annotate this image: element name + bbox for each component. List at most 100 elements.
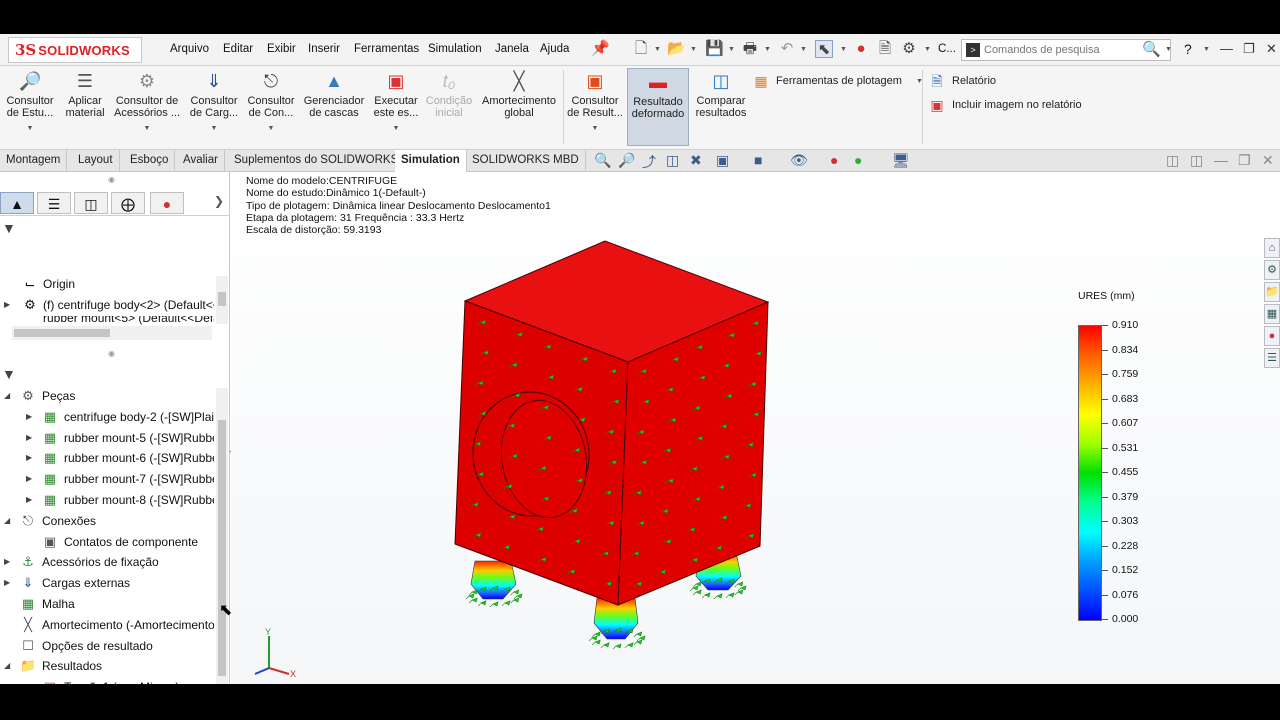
tab-solidworks-mbd[interactable]: SOLIDWORKS MBD	[466, 150, 586, 172]
close-icon[interactable]: ✕	[1266, 41, 1277, 57]
expand-arrow-icon[interactable]: ▶	[26, 469, 36, 489]
edit-appearance-icon[interactable]: ●	[830, 152, 838, 168]
chevron-down-icon[interactable]: ▼	[370, 123, 422, 135]
connections-advisor-button[interactable]: ⎋ Consultor de Con... ▼	[244, 70, 298, 135]
view-orientation-icon[interactable]: ▣	[716, 152, 729, 169]
file-properties-icon[interactable]: 🗎	[876, 40, 894, 58]
search-input[interactable]	[984, 42, 1134, 58]
sim-tree-item[interactable]: ▶ ⇓ Cargas externas	[0, 573, 214, 593]
graphics-area[interactable]: Nome do modelo:CENTRIFUGE Nome do estudo…	[231, 172, 1280, 684]
study-advisor-button[interactable]: 🔎 Consultor de Estu... ▼	[2, 70, 58, 135]
view-settings-icon[interactable]: 🖥	[892, 152, 910, 169]
configuration-manager-tab[interactable]: ◫	[74, 192, 108, 214]
chevron-down-icon[interactable]: ▼	[2, 123, 58, 135]
tab-montagem[interactable]: Montagem	[0, 150, 68, 172]
menu-simulation[interactable]: Simulation	[428, 43, 482, 55]
chevron-down-icon[interactable]: ▼	[1203, 46, 1210, 53]
chevron-down-icon[interactable]: ▼	[690, 46, 697, 53]
loads-advisor-button[interactable]: ⇓ Consultor de Carg... ▼	[186, 70, 242, 135]
shell-manager-button[interactable]: ▲ Gerenciador de cascas	[302, 70, 366, 119]
chevron-down-icon[interactable]: ▼	[728, 46, 735, 53]
chevron-down-icon[interactable]: ▼	[654, 46, 661, 53]
select-cursor-icon[interactable]: ⬉	[815, 40, 833, 58]
deformed-result-button[interactable]: ▬ Resultado deformado	[627, 68, 689, 146]
menu-editar[interactable]: Editar	[223, 43, 253, 55]
scroll-thumb[interactable]	[218, 420, 226, 676]
sim-tree-scrollbar[interactable]	[216, 388, 228, 684]
expand-arrow-icon[interactable]: ▶	[26, 428, 36, 448]
sim-tree-item[interactable]: ▶ ▦ rubber mount-8 (-[SW]Rubber	[0, 490, 214, 510]
plot-tools-dropdown[interactable]: ▦ Ferramentas de plotagem ▼	[752, 72, 923, 90]
property-manager-tab[interactable]: ☰	[37, 192, 71, 214]
tab-suplementos[interactable]: Suplementos do SOLIDWORKS	[228, 150, 406, 172]
menu-janela[interactable]: Janela	[495, 43, 529, 55]
chevron-down-icon[interactable]: ▼	[186, 123, 242, 135]
tab-simulation[interactable]: Simulation	[395, 150, 467, 172]
sim-tree-item[interactable]: ▶ ▦ centrifuge body-2 (-[SW]Plain	[0, 407, 214, 427]
menu-ferramentas[interactable]: Ferramentas	[354, 43, 419, 55]
run-study-button[interactable]: ▣ Executar este es... ▼	[370, 70, 422, 135]
collapse-arrow-icon[interactable]: ◢	[4, 386, 14, 406]
expand-arrow-icon[interactable]: ▶	[4, 295, 14, 315]
global-damping-button[interactable]: ╳ Amortecimento global	[478, 70, 560, 119]
sim-tree-item[interactable]: ▶ ⚓ Acessórios de fixação	[0, 552, 214, 572]
sim-tree-item[interactable]: ▣ Tensão1 (-vonMises-)	[0, 677, 214, 684]
restore-icon[interactable]: ❐	[1243, 41, 1255, 57]
command-label[interactable]: C...	[938, 43, 956, 55]
doc-close-icon[interactable]: ✕	[1262, 152, 1274, 169]
display-style-icon[interactable]: ■	[754, 152, 762, 168]
undo-icon[interactable]: ↶	[778, 40, 796, 58]
filter-icon[interactable]: ▼	[2, 220, 16, 236]
tile-right-icon[interactable]: ◫	[1190, 152, 1203, 169]
horizontal-scrollbar[interactable]	[12, 326, 212, 340]
display-manager-tab[interactable]: ●	[150, 192, 184, 214]
resources-icon[interactable]: ⚙	[1264, 260, 1280, 280]
filter-icon[interactable]: ▼	[2, 366, 16, 382]
expand-arrow-icon[interactable]: ▶	[26, 407, 36, 427]
tab-avaliar[interactable]: Avaliar	[177, 150, 225, 172]
sim-tree-item[interactable]: ▶ ▦ rubber mount-7 (-[SW]Rubber	[0, 469, 214, 489]
splitter-grip-icon[interactable]: ◉	[108, 349, 115, 358]
new-document-icon[interactable]: 🗋	[632, 40, 650, 58]
sim-tree-item[interactable]: ☐ Opções de resultado	[0, 636, 214, 656]
sim-tree-item[interactable]: ◢ 📁 Resultados	[0, 656, 214, 676]
menu-inserir[interactable]: Inserir	[308, 43, 340, 55]
chevron-down-icon[interactable]: ▼	[840, 46, 847, 53]
menu-ajuda[interactable]: Ajuda	[540, 43, 569, 55]
search-icon[interactable]: 🔍	[1142, 40, 1161, 58]
dimxpert-tab[interactable]: ⨁	[111, 192, 145, 214]
help-button[interactable]: ?	[1184, 41, 1192, 57]
tree-item-origin[interactable]: ⌙ Origin	[0, 274, 214, 294]
chevron-down-icon[interactable]: ▼	[1165, 46, 1172, 53]
sim-tree-item[interactable]: ◢ ⚙ Peças	[0, 386, 214, 406]
menu-arquivo[interactable]: Arquivo	[170, 43, 209, 55]
doc-minimize-icon[interactable]: —	[1214, 152, 1228, 168]
save-icon[interactable]: 💾	[705, 40, 724, 58]
chevron-right-icon[interactable]: ❯	[214, 194, 224, 208]
rebuild-icon[interactable]: ●	[852, 40, 870, 58]
apply-material-button[interactable]: ☰ Aplicar material	[60, 70, 110, 119]
tree-scrollbar[interactable]	[216, 276, 228, 324]
menu-exibir[interactable]: Exibir	[267, 43, 296, 55]
chevron-down-icon[interactable]: ▼	[244, 123, 298, 135]
feature-manager-tab[interactable]: ▲	[0, 192, 34, 214]
sim-tree-item[interactable]: ◢ ⎋ Conexões	[0, 511, 214, 531]
custom-properties-icon[interactable]: ☰	[1264, 348, 1280, 368]
sim-tree-item[interactable]: ▶ ▦ rubber mount-6 (-[SW]Rubber	[0, 448, 214, 468]
expand-arrow-icon[interactable]: ▶	[26, 490, 36, 510]
tab-layout[interactable]: Layout	[72, 150, 120, 172]
sim-tree-item[interactable]: ▦ Malha	[0, 594, 214, 614]
options-gear-icon[interactable]: ⚙	[900, 40, 918, 58]
scroll-thumb[interactable]	[14, 329, 110, 337]
chevron-down-icon[interactable]: ▼	[764, 46, 771, 53]
dynamic-annotation-icon[interactable]: ✖	[690, 152, 702, 169]
chevron-down-icon[interactable]: ▼	[566, 123, 624, 135]
tile-left-icon[interactable]: ◫	[1166, 152, 1179, 169]
sim-tree-item[interactable]: ▶ ▦ rubber mount-5 (-[SW]Rubber	[0, 428, 214, 448]
collapse-arrow-icon[interactable]: ◢	[4, 511, 14, 531]
open-folder-icon[interactable]: 📂	[667, 40, 686, 58]
compare-results-button[interactable]: ◫ Comparar resultados	[692, 70, 750, 119]
hide-show-items-icon[interactable]: 👁	[790, 152, 808, 169]
tree-item-rubber-mount[interactable]: rubber mount<5> (Default<<Defa	[0, 316, 214, 326]
expand-arrow-icon[interactable]: ▶	[4, 573, 14, 593]
